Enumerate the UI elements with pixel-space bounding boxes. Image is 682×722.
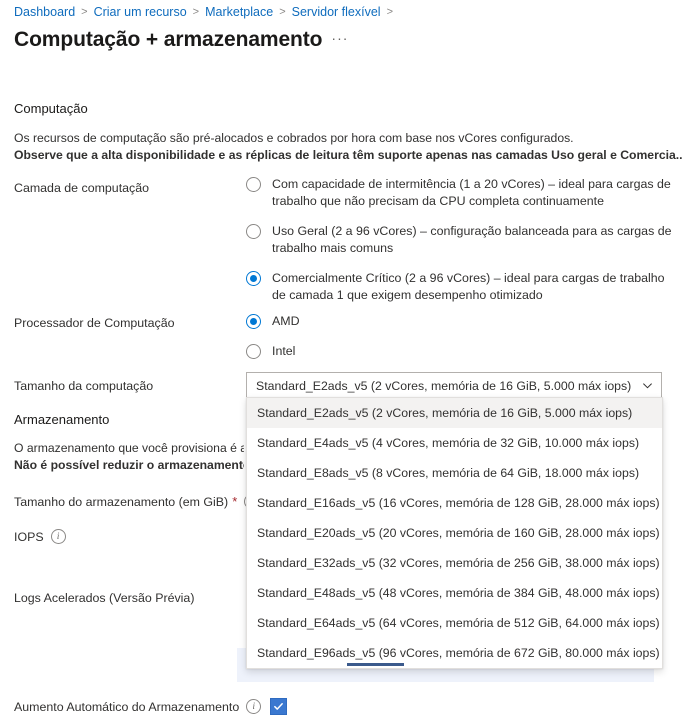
- accelerated-logs-label: Logs Acelerados (Versão Prévia): [14, 591, 195, 605]
- radio-label-general-purpose: Uso Geral (2 a 96 vCores) – configuração…: [272, 224, 672, 255]
- dropdown-option[interactable]: Standard_E4ads_v5 (4 vCores, memória de …: [247, 428, 662, 458]
- dropdown-option[interactable]: Standard_E2ads_v5 (2 vCores, memória de …: [247, 398, 662, 428]
- breadcrumb-separator-icon: >: [192, 6, 200, 18]
- storage-size-label: Tamanho do armazenamento (em GiB) * i: [14, 494, 260, 509]
- autogrow-checkbox[interactable]: [270, 698, 288, 715]
- compute-size-selected-value: Standard_E2ads_v5 (2 vCores, memória de …: [256, 378, 632, 393]
- dropdown-option[interactable]: Standard_E8ads_v5 (8 vCores, memória de …: [247, 458, 662, 488]
- storage-description-line1: O armazenamento que você provisiona é a: [14, 441, 244, 455]
- more-options-icon[interactable]: ···: [331, 30, 348, 46]
- radio-option-general-purpose[interactable]: Uso Geral (2 a 96 vCores) – configuração…: [246, 223, 672, 257]
- breadcrumb-item-dashboard[interactable]: Dashboard: [14, 4, 75, 20]
- breadcrumb-separator-icon: >: [386, 6, 394, 18]
- compute-section-description: Os recursos de computação são pré-alocad…: [14, 130, 682, 164]
- compute-tier-label: Camada de computação: [14, 181, 150, 195]
- dropdown-option[interactable]: Standard_E20ads_v5 (20 vCores, memória d…: [247, 518, 662, 548]
- compute-size-dropdown[interactable]: Standard_E2ads_v5 (2 vCores, memória de …: [246, 372, 662, 399]
- radio-option-burstable[interactable]: Com capacidade de intermitência (1 a 20 …: [246, 176, 672, 210]
- storage-description-line2: Não é possível reduzir o armazenamento: [14, 458, 244, 472]
- required-marker: *: [232, 494, 238, 509]
- dropdown-option[interactable]: Standard_E48ads_v5 (48 vCores, memória d…: [247, 578, 662, 608]
- dropdown-option[interactable]: Standard_E64ads_v5 (64 vCores, memória d…: [247, 608, 662, 638]
- chevron-down-icon: [643, 383, 652, 389]
- breadcrumb-item-servidor-flexivel[interactable]: Servidor flexível: [292, 4, 381, 20]
- radio-indicator-general-purpose[interactable]: [246, 224, 261, 239]
- compute-size-label: Tamanho da computação: [14, 379, 154, 393]
- storage-iops-label-text: IOPS: [14, 529, 44, 544]
- radio-label-amd: AMD: [272, 314, 300, 328]
- storage-iops-label: IOPS i: [14, 529, 66, 544]
- page-title-row: Computação + armazenamento ···: [14, 28, 348, 52]
- dropdown-option[interactable]: Standard_E32ads_v5 (32 vCores, memória d…: [247, 548, 662, 578]
- info-icon[interactable]: i: [246, 699, 262, 714]
- autogrow-row: Aumento Automático do Armazenamento i: [14, 698, 288, 715]
- autogrow-label: Aumento Automático do Armazenamento: [14, 699, 240, 714]
- compute-tier-radio-group: Com capacidade de intermitência (1 a 20 …: [246, 176, 672, 317]
- compute-size-dropdown-list: Standard_E2ads_v5 (2 vCores, memória de …: [246, 397, 663, 669]
- breadcrumb: Dashboard > Criar um recurso > Marketpla…: [14, 4, 399, 20]
- compute-description-line1: Os recursos de computação são pré-alocad…: [14, 131, 574, 145]
- breadcrumb-item-marketplace[interactable]: Marketplace: [205, 4, 273, 20]
- info-icon[interactable]: i: [50, 529, 66, 544]
- radio-option-amd[interactable]: AMD: [246, 313, 300, 330]
- radio-label-burstable: Com capacidade de intermitência (1 a 20 …: [272, 177, 671, 208]
- dropdown-option[interactable]: Standard_E16ads_v5 (16 vCores, memória d…: [247, 488, 662, 518]
- checkmark-icon: [274, 703, 284, 710]
- breadcrumb-separator-icon: >: [279, 6, 286, 18]
- radio-option-business-critical[interactable]: Comercialmente Crítico (2 a 96 vCores) –…: [246, 270, 672, 304]
- radio-indicator-burstable[interactable]: [246, 177, 261, 192]
- radio-label-intel: Intel: [272, 344, 296, 358]
- compute-section-heading: Computação: [14, 101, 88, 116]
- compute-processor-label: Processador de Computação: [14, 316, 175, 330]
- breadcrumb-separator-icon: >: [81, 6, 88, 18]
- dropdown-option[interactable]: Standard_E96ads_v5 (96 vCores, memória d…: [247, 638, 662, 668]
- storage-section-description: O armazenamento que você provisiona é a …: [14, 440, 244, 474]
- compute-description-line2: Observe que a alta disponibilidade e as …: [14, 148, 682, 162]
- radio-indicator-business-critical[interactable]: [246, 271, 261, 286]
- page-title: Computação + armazenamento: [14, 28, 323, 51]
- radio-indicator-intel[interactable]: [246, 344, 261, 359]
- storage-size-label-text: Tamanho do armazenamento (em GiB): [14, 494, 229, 509]
- breadcrumb-item-criar-um-recurso[interactable]: Criar um recurso: [94, 4, 187, 20]
- radio-option-intel[interactable]: Intel: [246, 343, 300, 360]
- radio-label-business-critical: Comercialmente Crítico (2 a 96 vCores) –…: [272, 271, 665, 302]
- tab-underline-indicator: [347, 663, 404, 666]
- radio-indicator-amd[interactable]: [246, 314, 261, 329]
- storage-section-heading: Armazenamento: [14, 412, 110, 427]
- compute-processor-radio-group: AMD Intel: [246, 313, 300, 373]
